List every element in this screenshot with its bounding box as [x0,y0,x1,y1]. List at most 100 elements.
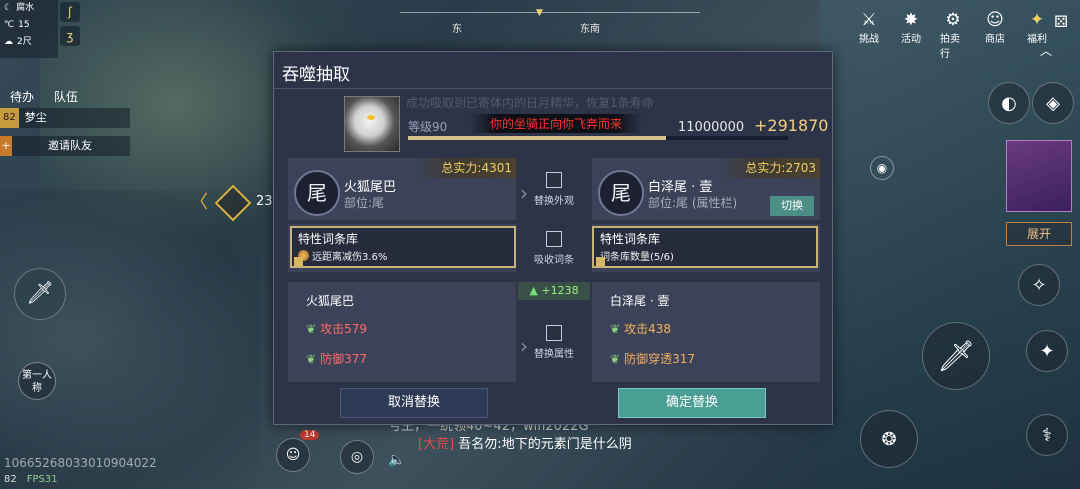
attribute-title: 火狐尾巴 [306,294,355,308]
welfare-icon: ✦ [1029,10,1045,30]
weather-row: ☁ 2尺 [0,34,58,51]
skill-button[interactable]: ⚕ [1026,414,1068,456]
weather-panel: ☾ 腐水 ℃ 15 ☁ 2尺 [0,0,58,58]
left-trait-card: 特性词条库 远距离减伤3.6% [288,224,516,272]
devour-dialog: 吞噬抽取 成功吸取到已寄体内的日月精华，恢复1条寿命 等级90 你的坐骑正向你飞… [273,51,833,425]
invite-label: 邀请队友 [48,139,92,152]
compass: ▼ 东 东南 [400,8,700,36]
first-person-button[interactable]: 第一人称 [18,362,56,400]
exp-bar [408,136,788,140]
attribute-line: ❦ 攻击579 [306,321,367,337]
skill-button[interactable]: ✧ [1018,264,1060,306]
pet-avatar[interactable] [344,96,400,152]
trait-library[interactable]: 特性词条库 词条库数量(5/6) [592,226,818,268]
chat-message: 地下的元素门是什么阴 [501,437,632,452]
skill-button[interactable]: ✦ [1026,330,1068,372]
mount-button[interactable]: ◐ [988,82,1030,124]
menu-challenge[interactable]: ⚔ 挑战 [856,10,882,60]
absorb-trait-checkbox[interactable] [546,230,562,247]
left-equipment-card[interactable]: 尾 火狐尾巴 部位:尾 总实力:4301 [288,158,516,220]
trait-library[interactable]: 特性词条库 远距离减伤3.6% [290,226,516,268]
level-label: 等级90 [408,120,448,134]
weapon-slot[interactable] [1006,140,1072,212]
collapse-up-icon[interactable]: ︿ [1040,42,1052,59]
tab-team[interactable]: 队伍 [44,86,88,107]
attribute-row: 火狐尾巴 ❦攻击579 ❦防御377 ▲ +1238 ››› 替换属性 白泽尾 … [288,282,820,382]
sword-skill-button[interactable]: 🗡 [14,268,66,320]
replace-look-toggle[interactable]: ››› 替换外观 [516,158,592,220]
channel-tag: [大荒] [418,437,455,452]
buff-icon[interactable]: ʒ [60,26,80,46]
replace-look-checkbox[interactable] [546,171,562,188]
notification-badge: 14 [300,430,320,440]
absorb-row: 成功吸取到已寄体内的日月精华，恢复1条寿命 等级90 你的坐骑正向你飞奔而来 1… [286,96,828,152]
exp-gain: +291870 [754,116,829,135]
invite-row[interactable]: + 邀请队友 [0,136,130,156]
speaker-icon[interactable]: 🔈 [388,452,405,468]
equipment-part: 部位:尾 (属性栏) [648,196,738,210]
absorb-trait-toggle[interactable]: 吸收词条 [516,224,592,272]
item-button[interactable]: ◈ [1032,82,1074,124]
task-list: 82 梦尘 + 邀请队友 [0,108,130,164]
equipment-name: 火狐尾巴 [344,180,397,195]
auction-icon: ⚙ [945,10,961,30]
bottom-level: 82 [4,474,17,485]
attribute-leaf-icon: ❦ [306,351,317,366]
wind-icon: ☁ [4,37,13,47]
attack-button[interactable]: 🗡 [922,322,990,390]
compass-button[interactable]: ◎ [340,440,374,474]
attribute-line: ❦ 防御377 [306,351,367,367]
absorb-trait-label: 吸收词条 [534,254,574,266]
trait-row: 特性词条库 远距离减伤3.6% 吸收词条 特性词条库 词条库数量(5/6) [288,224,820,272]
replace-attr-label: 替换属性 [534,348,574,360]
trait-title: 特性词条库 [600,232,661,246]
activity-icon: ✸ [903,10,919,30]
level-badge: 82 [0,108,19,128]
total-power: 总实力:4301 [415,158,516,178]
fps-counter: FPS31 [26,474,58,485]
quest-counter: 23 [256,194,273,209]
right-equipment-card[interactable]: 尾 白泽尾 · 壹 部位:尾 (属性栏) 总实力:2703 切换 [592,158,820,220]
confirm-replace-button[interactable]: 确定替换 [618,388,766,418]
compass-needle-icon: ▼ [536,8,543,18]
task-row[interactable]: 82 梦尘 [0,108,130,128]
menu-shop[interactable]: ☺ 商店 [982,10,1008,60]
attribute-line: ❦ 攻击438 [610,321,671,337]
replace-look-label: 替换外观 [534,195,574,207]
skill-button[interactable]: ❂ [860,410,918,468]
arrow-up-icon: ▲ [529,284,538,297]
right-attribute-card: 白泽尾 · 壹 ❦ 攻击438 ❦ 防御穿透317 [592,282,820,382]
replace-attr-toggle[interactable]: ››› 替换属性 [516,302,592,382]
weather-row: ℃ 15 [0,17,58,34]
chat-sender: 吾名勿: [458,437,502,452]
dialog-title: 吞噬抽取 [282,65,350,85]
cancel-replace-button[interactable]: 取消替换 [340,388,488,418]
replace-attr-checkbox[interactable] [546,324,562,341]
contacts-button[interactable]: ☺ [276,438,310,472]
exp-fill [408,136,667,140]
task-name: 梦尘 [24,111,47,124]
left-attribute-card: 火狐尾巴 ❦ 攻击579 ❦ 防御377 [288,282,516,382]
chat-line: [大荒] 吾名勿:地下的元素门是什么阴 [418,436,668,454]
exp-value: 11000000 [678,120,745,135]
settings-icon[interactable]: ⚄ [1054,12,1068,31]
expand-button[interactable]: 展开 [1006,222,1072,246]
plus-icon: + [0,136,12,156]
total-power: 总实力:2703 [719,158,820,178]
switch-button[interactable]: 切换 [770,196,814,216]
attribute-leaf-icon: ❦ [306,321,317,336]
weather-row: ☾ 腐水 [0,0,58,17]
moon-icon: ☾ [4,3,13,13]
menu-activity[interactable]: ✸ 活动 [898,10,924,60]
trait-entry: 远距离减伤3.6% [298,248,387,263]
attribute-title: 白泽尾 · 壹 [610,294,670,308]
attribute-leaf-icon: ❦ [610,321,621,336]
eye-icon[interactable]: ◉ [870,156,894,180]
player-id: 10665268033010904022 [4,456,157,470]
battle-icon: ⚔ [861,10,877,30]
power-delta: ▲ +1238 [518,282,590,300]
buff-icon[interactable]: ʃ [60,2,80,22]
tab-todo[interactable]: 待办 [0,86,44,107]
menu-auction[interactable]: ⚙ 拍卖行 [940,10,966,60]
chevron-left-icon[interactable]: 〈 [190,188,208,214]
